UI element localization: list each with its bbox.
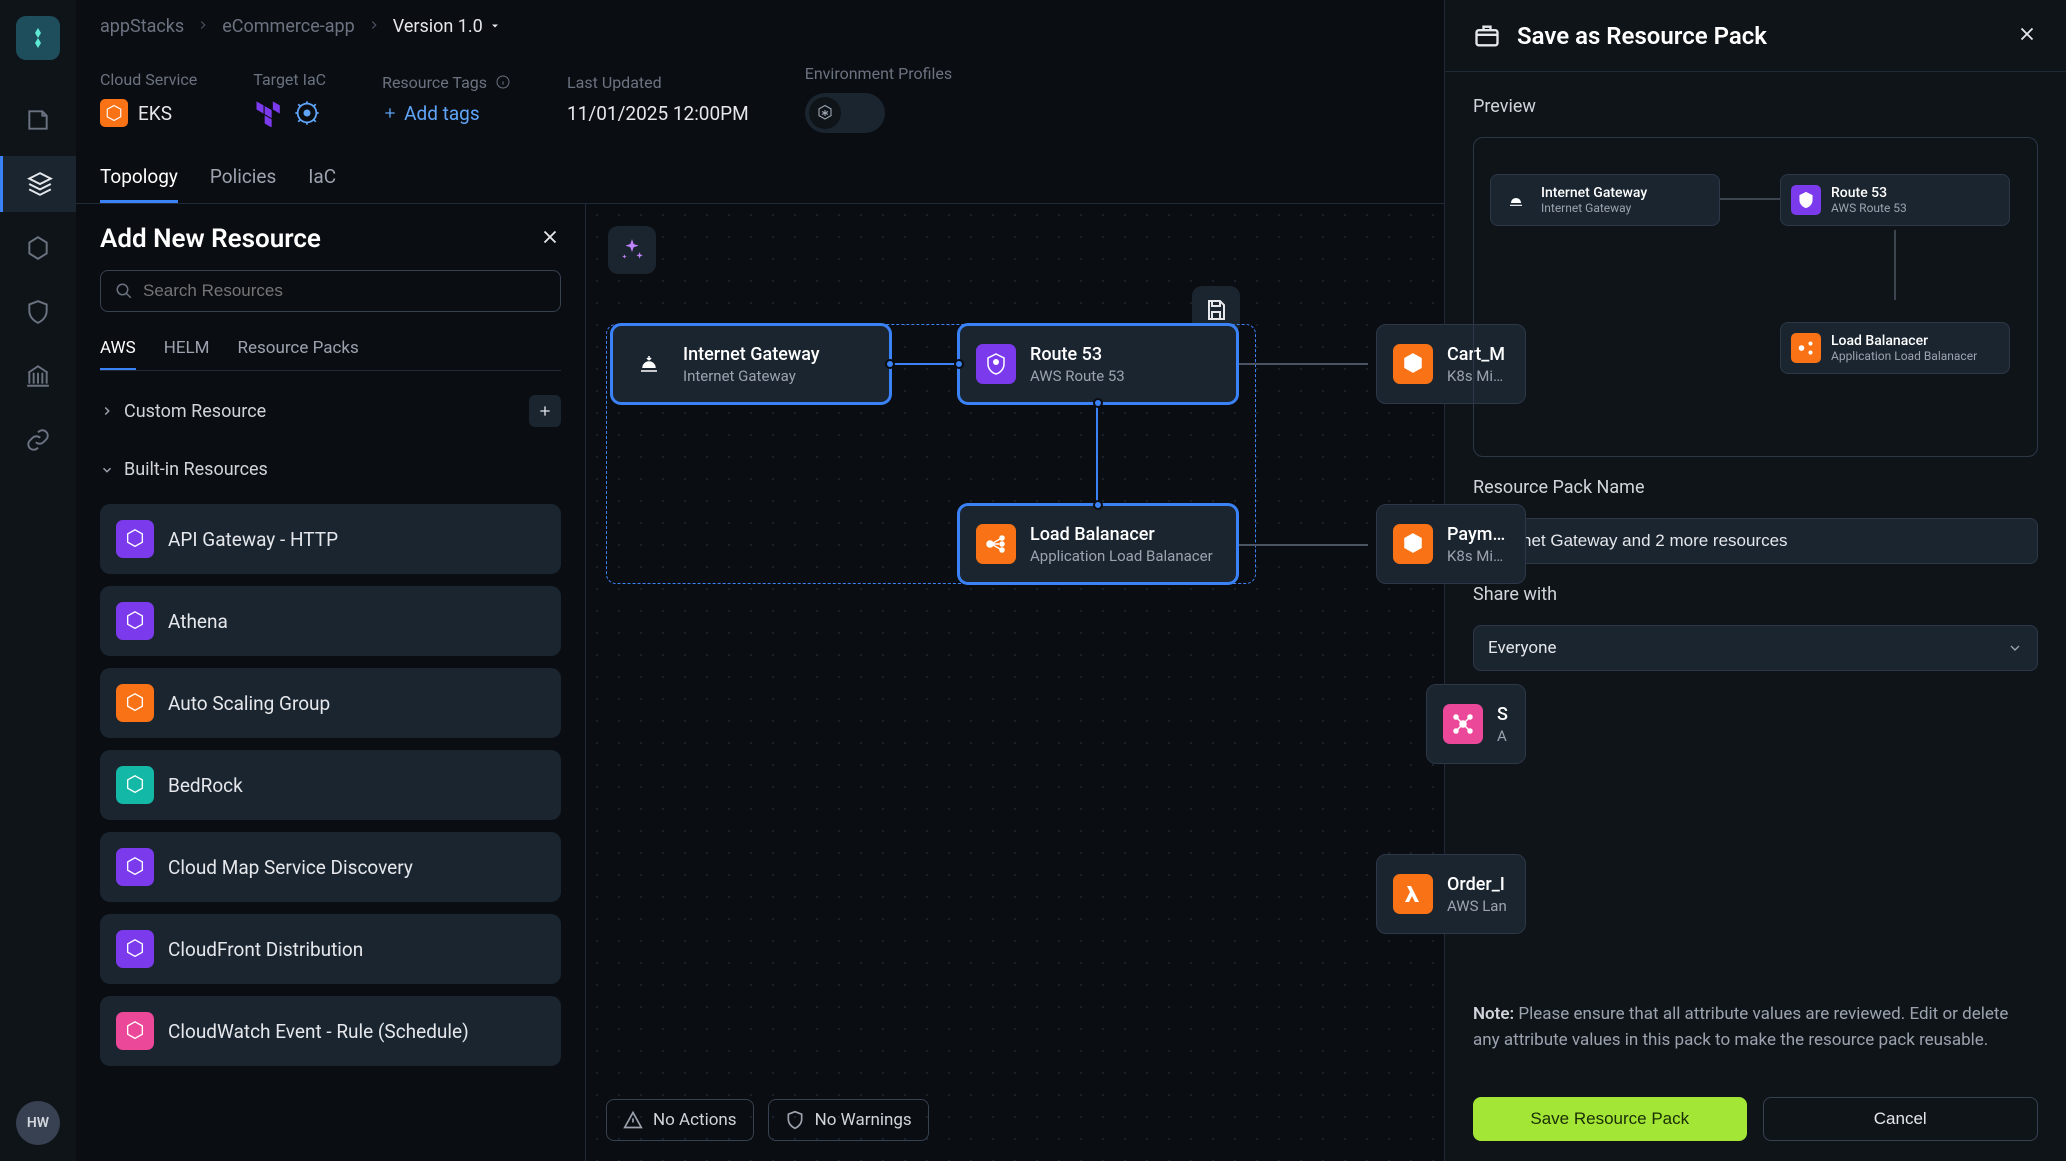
sidepanel-title: Add New Resource xyxy=(100,224,321,254)
rpanel-title: Save as Resource Pack xyxy=(1517,22,1767,50)
ai-magic-button[interactable] xyxy=(608,226,656,274)
chevron-right-icon xyxy=(100,404,114,418)
helm-icon xyxy=(293,99,321,127)
resource-item[interactable]: BedRock xyxy=(100,750,561,820)
tab-iac[interactable]: IaC xyxy=(308,153,336,203)
last-updated-label: Last Updated xyxy=(567,73,749,92)
resource-label: Cloud Map Service Discovery xyxy=(168,856,413,879)
resource-label: BedRock xyxy=(168,774,243,797)
last-updated-value: 11/01/2025 12:00PM xyxy=(567,102,749,125)
search-input-wrapper[interactable] xyxy=(100,270,561,312)
share-label: Share with xyxy=(1473,584,2038,605)
cancel-button[interactable]: Cancel xyxy=(1763,1097,2039,1141)
node-load-balancer[interactable]: Load BalanacerApplication Load Balanacer xyxy=(958,504,1238,584)
sp-tab-helm[interactable]: HELM xyxy=(164,328,210,370)
sp-tab-aws[interactable]: AWS xyxy=(100,328,136,370)
resource-icon xyxy=(116,848,154,886)
search-icon xyxy=(115,282,133,300)
lambda-icon xyxy=(1393,874,1433,914)
resource-label: CloudFront Distribution xyxy=(168,938,363,961)
sns-icon xyxy=(1443,704,1483,744)
resource-label: CloudWatch Event - Rule (Schedule) xyxy=(168,1020,469,1043)
crumb-app[interactable]: eCommerce-app xyxy=(222,16,355,37)
node-internet-gateway[interactable]: Internet GatewayInternet Gateway xyxy=(611,324,891,404)
node-order[interactable]: Order_IAWS Lan xyxy=(1376,854,1526,934)
target-iac-label: Target IaC xyxy=(253,70,326,89)
route53-icon xyxy=(976,344,1016,384)
note-text: Note: Please ensure that all attribute v… xyxy=(1473,1002,2038,1053)
resource-item[interactable]: Cloud Map Service Discovery xyxy=(100,832,561,902)
resource-icon xyxy=(116,766,154,804)
terraform-icon xyxy=(253,99,281,127)
crumb-version[interactable]: Version 1.0 xyxy=(393,16,501,37)
cloud-service-value: EKS xyxy=(100,99,197,127)
resource-label: Athena xyxy=(168,610,228,633)
shield-icon xyxy=(785,1110,805,1130)
breadcrumb: appStacks eCommerce-app Version 1.0 xyxy=(76,0,1444,52)
resource-label: API Gateway - HTTP xyxy=(168,528,338,551)
node-s[interactable]: SA xyxy=(1426,684,1526,764)
node-route-53[interactable]: Route 53AWS Route 53 xyxy=(958,324,1238,404)
sp-tab-packs[interactable]: Resource Packs xyxy=(238,328,359,370)
crumb-root[interactable]: appStacks xyxy=(100,16,184,37)
warning-icon xyxy=(623,1110,643,1130)
resource-item[interactable]: Auto Scaling Group xyxy=(100,668,561,738)
microservice-icon xyxy=(1393,524,1433,564)
builtin-section[interactable]: Built-in Resources xyxy=(100,451,561,488)
gear-icon xyxy=(816,104,834,122)
package-icon xyxy=(1473,22,1501,50)
resource-icon xyxy=(116,520,154,558)
share-select[interactable]: Everyone xyxy=(1473,625,2038,671)
add-tags-button[interactable]: Add tags xyxy=(382,102,511,125)
custom-resource-section[interactable]: Custom Resource xyxy=(100,387,561,435)
rail-item-bank[interactable] xyxy=(0,348,76,404)
resource-item[interactable]: CloudFront Distribution xyxy=(100,914,561,984)
rail-item-1[interactable] xyxy=(0,92,76,148)
internet-gateway-icon xyxy=(629,344,669,384)
resource-tags-label: Resource Tags xyxy=(382,73,511,92)
tab-policies[interactable]: Policies xyxy=(210,153,276,203)
pack-name-input[interactable] xyxy=(1473,518,2038,564)
preview-node-lb: Load BalanacerApplication Load Balanacer xyxy=(1780,322,2010,374)
resource-icon xyxy=(116,930,154,968)
add-custom-button[interactable] xyxy=(529,395,561,427)
name-label: Resource Pack Name xyxy=(1473,477,2038,498)
resource-item[interactable]: CloudWatch Event - Rule (Schedule) xyxy=(100,996,561,1066)
resource-item[interactable]: API Gateway - HTTP xyxy=(100,504,561,574)
actions-chip[interactable]: No Actions xyxy=(606,1099,754,1141)
rail-item-link[interactable] xyxy=(0,412,76,468)
rail-item-hex[interactable] xyxy=(0,220,76,276)
resource-icon xyxy=(116,1012,154,1050)
rail-item-shield[interactable] xyxy=(0,284,76,340)
warnings-chip[interactable]: No Warnings xyxy=(768,1099,929,1141)
resource-icon xyxy=(116,684,154,722)
rail-item-layers[interactable] xyxy=(0,156,76,212)
chevron-right-icon xyxy=(196,16,210,37)
eks-icon xyxy=(100,99,128,127)
cloud-service-label: Cloud Service xyxy=(100,70,197,89)
env-profiles-toggle[interactable] xyxy=(805,93,885,133)
info-icon xyxy=(495,74,511,90)
search-input[interactable] xyxy=(143,281,546,301)
chevron-down-icon xyxy=(2007,640,2023,656)
load-balancer-icon xyxy=(976,524,1016,564)
app-logo[interactable] xyxy=(16,16,60,60)
save-pack-button[interactable]: Save Resource Pack xyxy=(1473,1097,1747,1141)
chevron-down-icon xyxy=(100,463,114,477)
env-profiles-label: Environment Profiles xyxy=(805,64,952,83)
preview-node-r53: Route 53AWS Route 53 xyxy=(1780,174,2010,226)
close-icon[interactable] xyxy=(539,226,561,252)
resource-item[interactable]: Athena xyxy=(100,586,561,656)
close-icon[interactable] xyxy=(2016,23,2038,49)
resource-label: Auto Scaling Group xyxy=(168,692,330,715)
chevron-right-icon xyxy=(367,16,381,37)
preview-node-ig: Internet GatewayInternet Gateway xyxy=(1490,174,1720,226)
node-payment[interactable]: PaymenK8s Micro xyxy=(1376,504,1526,584)
preview-canvas: Internet GatewayInternet Gateway Route 5… xyxy=(1473,137,2038,457)
user-avatar[interactable]: HW xyxy=(16,1101,60,1145)
resource-icon xyxy=(116,602,154,640)
tab-topology[interactable]: Topology xyxy=(100,153,178,203)
preview-label: Preview xyxy=(1473,96,2038,117)
microservice-icon xyxy=(1393,344,1433,384)
